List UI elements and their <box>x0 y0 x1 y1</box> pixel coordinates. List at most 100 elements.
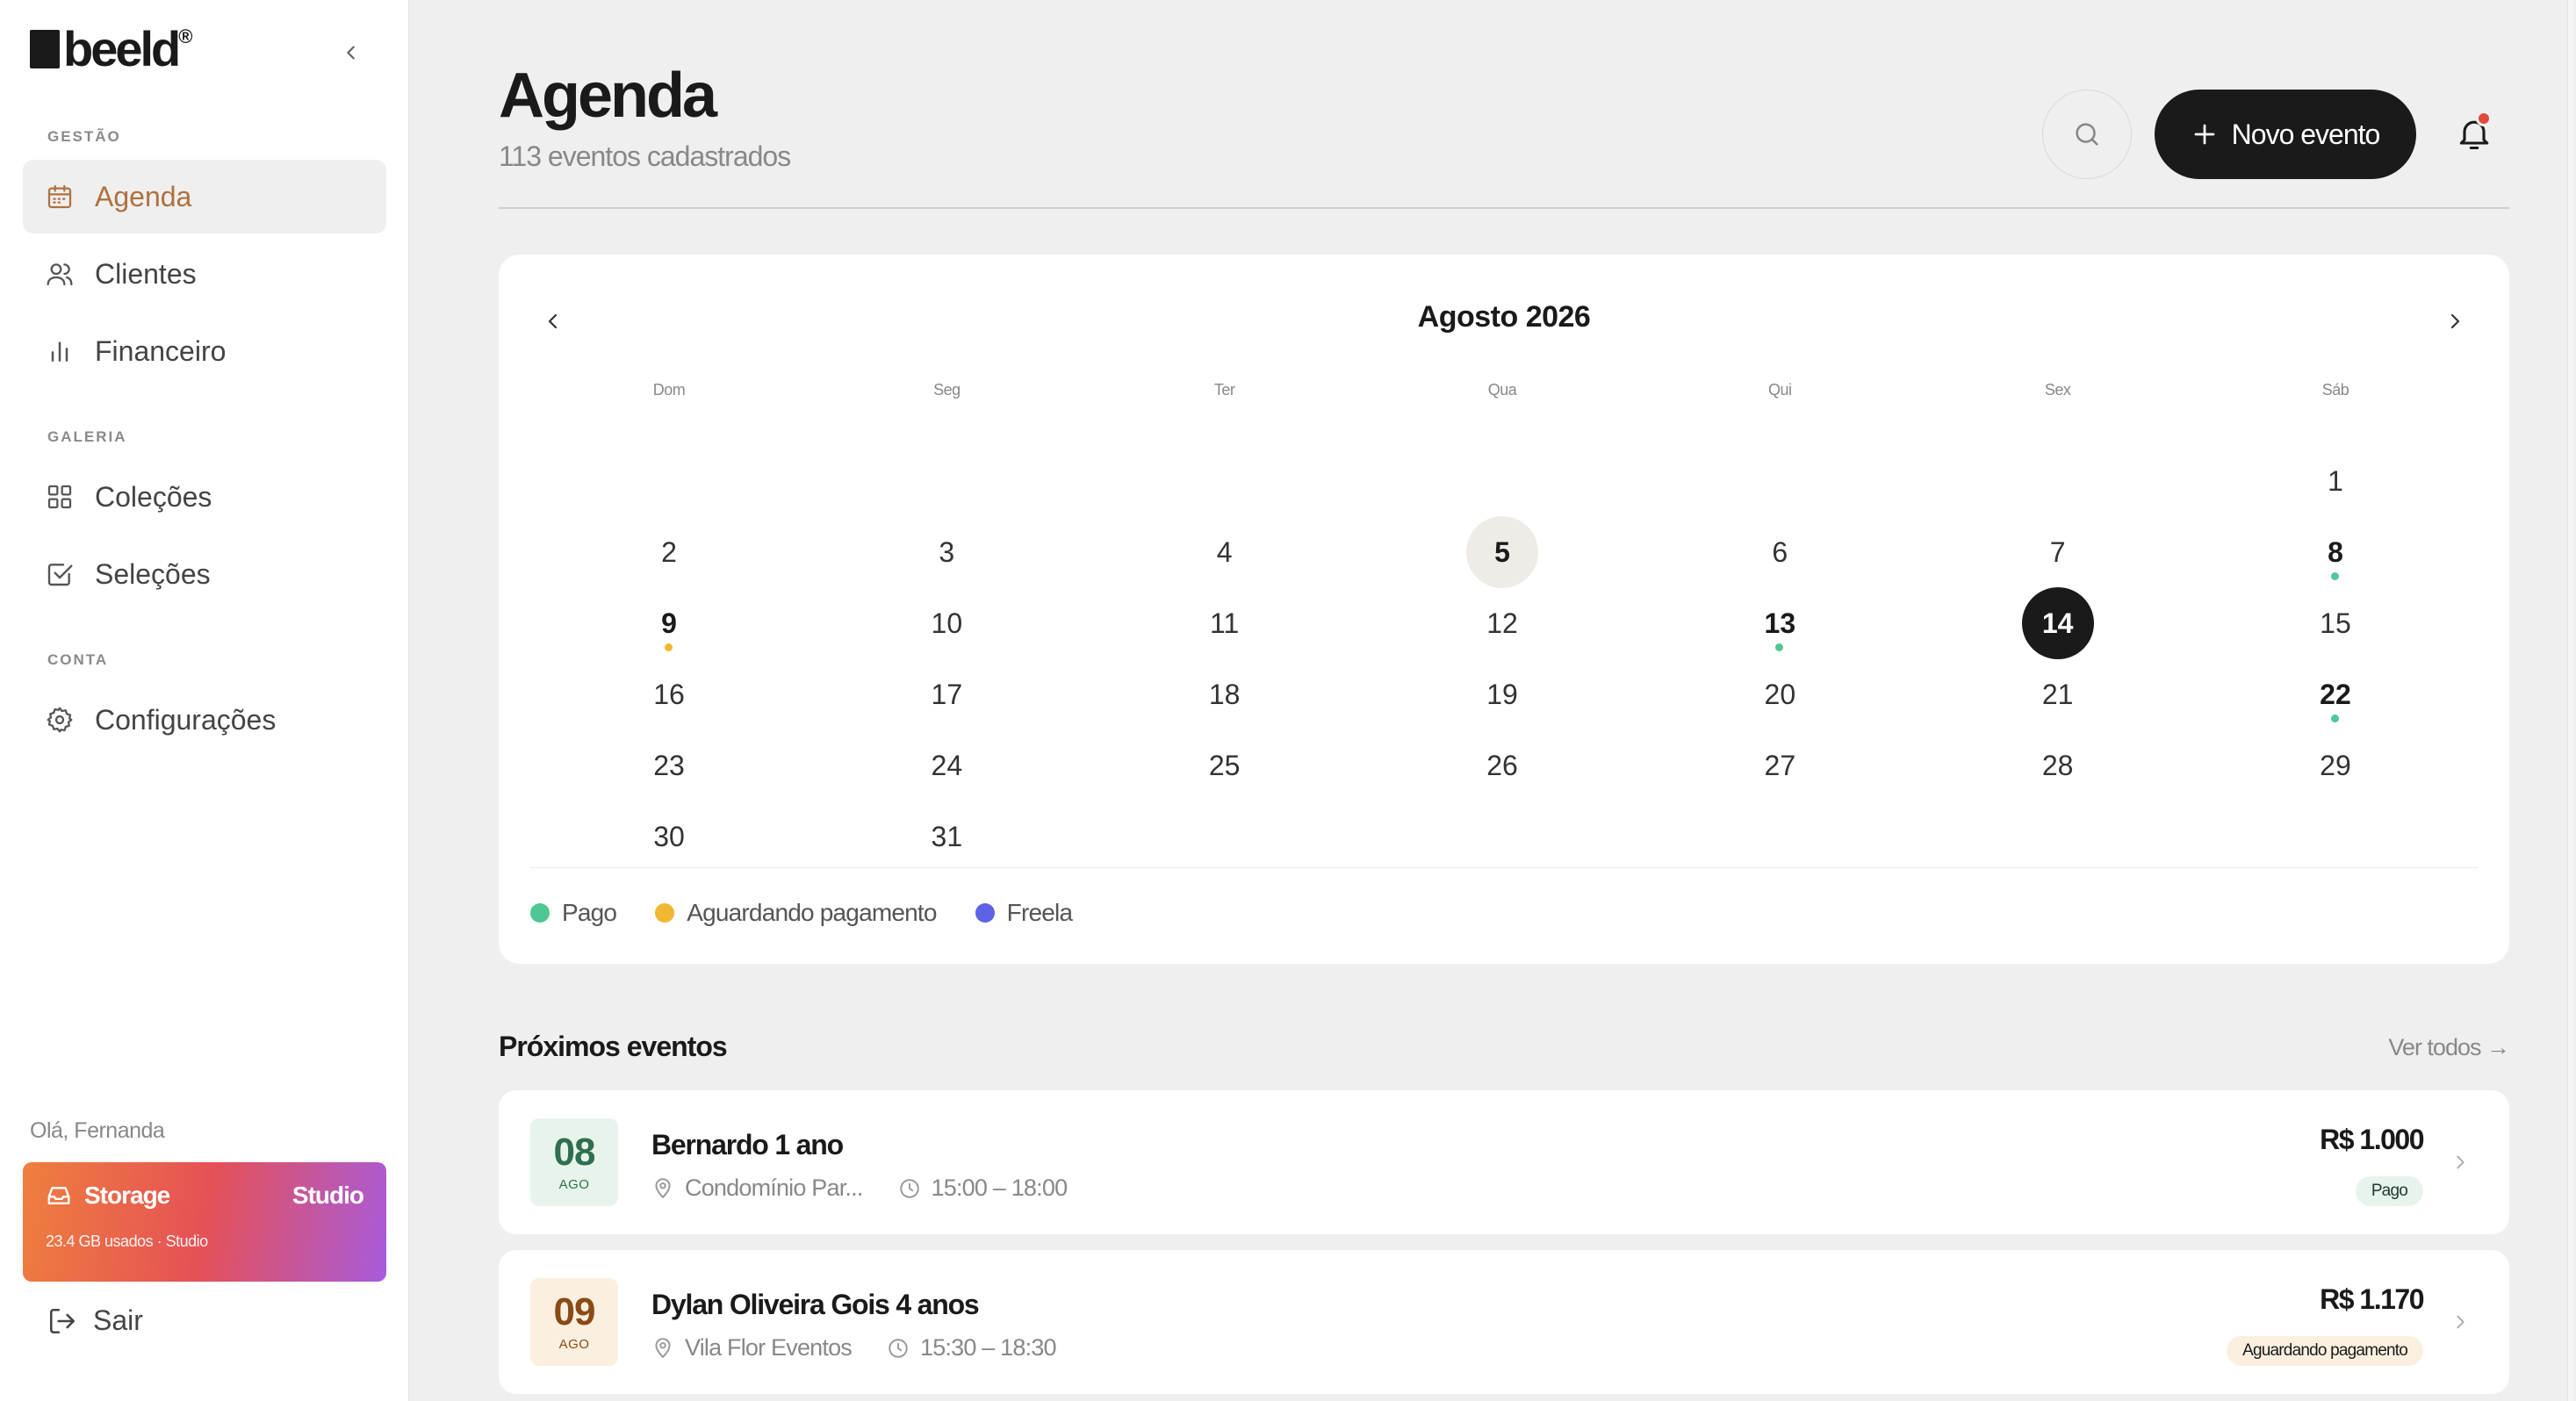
event-open-button[interactable] <box>2443 1304 2478 1340</box>
event-price: R$ 1.170 <box>2320 1283 2424 1315</box>
sidebar-item-label: Configurações <box>95 703 277 736</box>
page-subtitle: 113 eventos cadastrados <box>499 140 791 172</box>
weekday-label: Dom <box>652 381 686 399</box>
event-time: 15:00 – 18:00 <box>931 1175 1069 1201</box>
calendar-day[interactable]: 22 <box>2299 658 2371 730</box>
calendar-day[interactable]: 27 <box>1744 729 1816 801</box>
sidebar-item-agenda[interactable]: Agenda <box>23 160 386 234</box>
weekday-label: Sex <box>2044 381 2071 399</box>
calendar-day[interactable]: 25 <box>1189 729 1261 801</box>
event-meta: Condomínio Par... 15:00 – 18:00 <box>651 1175 1069 1202</box>
calendar-day[interactable]: 16 <box>633 658 705 730</box>
page-scrollbar[interactable] <box>2567 0 2574 1401</box>
users-icon <box>44 258 76 290</box>
calendar-day[interactable]: 20 <box>1744 658 1816 730</box>
sidebar-item-financeiro[interactable]: Financeiro <box>23 314 386 388</box>
sidebar-item-label: Seleções <box>95 557 211 590</box>
event-card[interactable]: 08 AGO Bernardo 1 ano Condomínio Par... … <box>499 1090 2509 1234</box>
calendar-day[interactable]: 31 <box>910 801 982 873</box>
calendar-day[interactable]: 15 <box>2299 587 2371 659</box>
event-price: R$ 1.000 <box>2320 1124 2424 1155</box>
new-event-button[interactable]: Novo evento <box>2155 90 2416 179</box>
status-badge: Pago <box>2355 1176 2423 1206</box>
calendar-day[interactable]: 13 <box>1744 587 1816 659</box>
calendar-day[interactable]: 4 <box>1189 516 1261 588</box>
event-open-button[interactable] <box>2443 1145 2478 1180</box>
legend-label: Pago <box>562 899 617 926</box>
calendar-day[interactable]: 21 <box>2022 658 2094 730</box>
location-pin-icon <box>651 1337 674 1360</box>
legend-dot <box>975 903 995 923</box>
upcoming-title: Próximos eventos <box>499 1031 728 1062</box>
calendar-day[interactable]: 3 <box>910 516 982 588</box>
section-label-galeria: GALERIA <box>47 428 127 445</box>
calendar-day[interactable]: 17 <box>910 658 982 730</box>
weekday-label: Qua <box>1487 381 1517 399</box>
calendar-day[interactable]: 24 <box>910 729 982 801</box>
calendar-day[interactable]: 8 <box>2299 516 2371 588</box>
event-day: 08 <box>553 1130 596 1174</box>
new-event-label: Novo evento <box>2231 118 2381 150</box>
sidebar-item-clientes[interactable]: Clientes <box>23 237 386 311</box>
calendar-day[interactable]: 10 <box>910 587 982 659</box>
calendar-day[interactable]: 1 <box>2299 445 2371 517</box>
collapse-sidebar-button[interactable] <box>334 35 369 70</box>
weekday-label: Qui <box>1768 381 1792 399</box>
see-all-link[interactable]: Ver todos → <box>2385 1034 2510 1061</box>
notification-dot <box>2476 111 2492 126</box>
calendar-day[interactable]: 12 <box>1466 587 1538 659</box>
logo-mark <box>30 30 60 68</box>
sidebar-item-label: Financeiro <box>95 334 227 367</box>
clock-icon <box>898 1177 921 1200</box>
brand-logo[interactable]: beeld ® <box>30 25 192 74</box>
calendar-day[interactable]: 30 <box>633 801 705 873</box>
logout-label: Sair <box>93 1304 143 1336</box>
legend-dot <box>655 903 675 923</box>
sidebar-item-configuracoes[interactable]: Configurações <box>23 683 386 757</box>
calendar-day[interactable]: 19 <box>1466 658 1538 730</box>
bar-chart-icon <box>44 335 76 367</box>
calendar-day[interactable]: 5 <box>1465 516 1538 588</box>
calendar-day[interactable]: 7 <box>2022 516 2094 588</box>
sidebar-item-label: Agenda <box>95 180 192 212</box>
storage-plan: Studio <box>291 1182 364 1209</box>
storage-card[interactable]: Storage Studio 23.4 GB usados · Studio <box>23 1162 386 1282</box>
calendar-day[interactable]: 9 <box>633 587 705 659</box>
next-month-button[interactable] <box>2432 298 2478 344</box>
sidebar-item-label: Clientes <box>95 257 197 290</box>
location-pin-icon <box>651 1177 674 1200</box>
event-status-dot <box>2330 572 2339 580</box>
event-card[interactable]: 09 AGO Dylan Oliveira Gois 4 anos Vila F… <box>499 1250 2509 1394</box>
event-location: Vila Flor Eventos <box>685 1334 853 1361</box>
calendar-icon <box>44 181 76 212</box>
event-month: AGO <box>558 1176 590 1192</box>
sidebar-item-selecoes[interactable]: Seleções <box>23 537 386 611</box>
sidebar-item-label: Coleções <box>95 480 212 513</box>
event-time: 15:30 – 18:30 <box>920 1334 1057 1361</box>
page-title: Agenda <box>499 61 717 131</box>
search-button[interactable] <box>2042 90 2132 179</box>
event-status-dot <box>1775 643 1784 651</box>
notifications-button[interactable] <box>2450 109 2499 158</box>
calendar-day[interactable]: 29 <box>2299 729 2371 801</box>
calendar-day[interactable]: 26 <box>1466 729 1538 801</box>
logout-button[interactable]: Sair <box>47 1304 143 1337</box>
user-greeting: Olá, Fernanda <box>30 1118 165 1143</box>
calendar-day[interactable]: 14 <box>2021 587 2094 659</box>
chevron-right-icon <box>2457 1315 2464 1329</box>
event-name: Dylan Oliveira Gois 4 anos <box>651 1289 980 1320</box>
calendar-divider <box>530 867 2478 868</box>
legend-item-pago: Pago <box>530 899 617 927</box>
calendar-day[interactable]: 11 <box>1189 587 1261 659</box>
calendar-day[interactable]: 6 <box>1744 516 1816 588</box>
calendar-day[interactable]: 2 <box>633 516 705 588</box>
calendar-day[interactable]: 23 <box>633 729 705 801</box>
calendar-day[interactable]: 18 <box>1189 658 1261 730</box>
storage-icon <box>46 1182 72 1209</box>
event-status-dot <box>2330 715 2339 722</box>
sidebar-item-colecoes[interactable]: Coleções <box>23 460 386 534</box>
event-name: Bernardo 1 ano <box>651 1129 844 1160</box>
legend-dot <box>530 903 550 923</box>
calendar-day[interactable]: 28 <box>2022 729 2094 801</box>
legend-label: Aguardando pagamento <box>687 899 937 926</box>
